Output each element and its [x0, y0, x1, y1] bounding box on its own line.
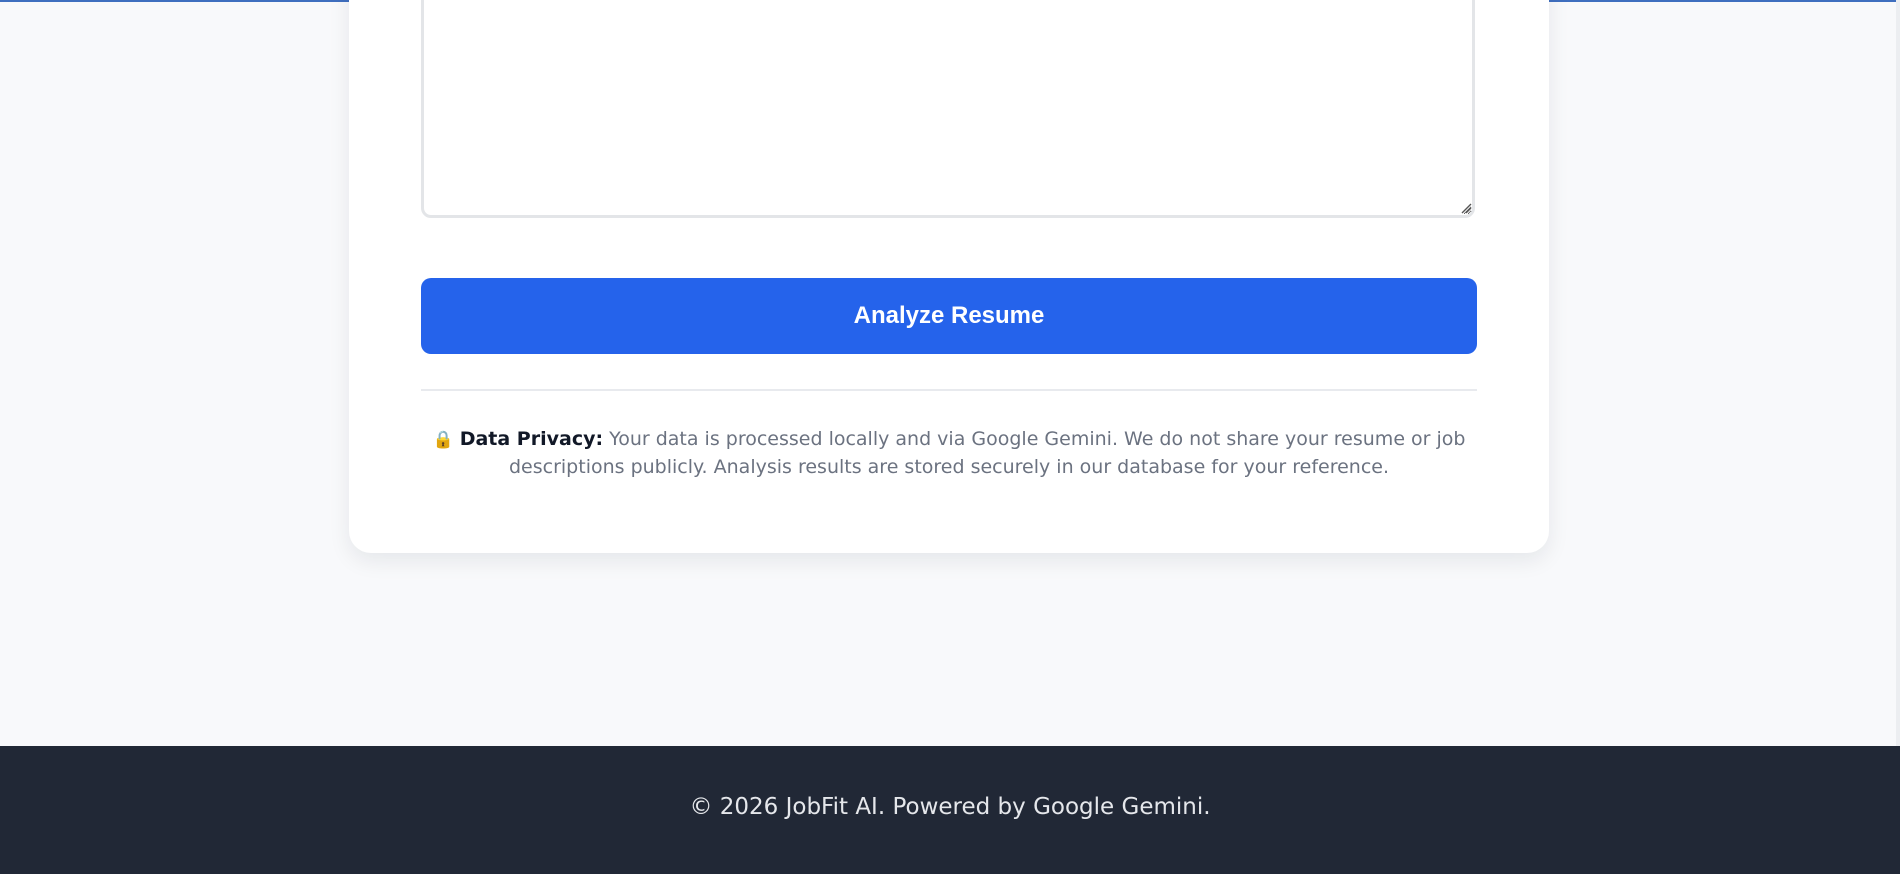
section-divider: [421, 389, 1477, 391]
privacy-label: Data Privacy:: [459, 428, 604, 450]
resize-handle-icon[interactable]: [1460, 202, 1472, 214]
analyze-resume-button[interactable]: Analyze Resume: [421, 278, 1477, 354]
data-privacy-notice: 🔒 Data Privacy: Your data is processed lo…: [421, 426, 1477, 481]
privacy-text: Your data is processed locally and via G…: [509, 428, 1466, 478]
job-description-textarea[interactable]: [421, 0, 1475, 218]
lock-icon: 🔒: [432, 430, 454, 450]
site-footer: © 2026 JobFit AI. Powered by Google Gemi…: [0, 746, 1900, 874]
scrollbar-track[interactable]: [1896, 0, 1900, 746]
footer-copyright: © 2026 JobFit AI. Powered by Google Gemi…: [689, 794, 1211, 820]
